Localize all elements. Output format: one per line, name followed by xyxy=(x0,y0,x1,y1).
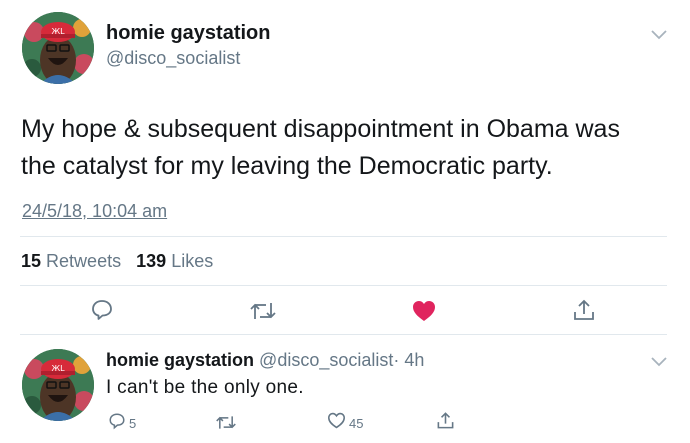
tweet-text-line-1: My hope & subsequent disappointment in O… xyxy=(21,115,620,143)
likes-stat[interactable]: 139 Likes xyxy=(131,251,213,271)
author-name[interactable]: homie gaystation xyxy=(106,22,270,45)
likes-count: 139 xyxy=(136,251,167,271)
reply-author-name[interactable]: homie gaystation xyxy=(106,350,254,370)
divider xyxy=(20,236,667,237)
retweets-stat[interactable]: 15 Retweets xyxy=(21,251,126,271)
author-handle[interactable]: @disco_socialist xyxy=(106,48,240,69)
reply-icon xyxy=(108,412,126,435)
reply-count: 5 xyxy=(129,416,137,431)
reply-text: I can't be the only one. xyxy=(106,377,304,398)
share-icon[interactable] xyxy=(436,411,455,435)
svg-text:ЖL: ЖL xyxy=(51,27,65,36)
svg-text:ЖL: ЖL xyxy=(51,364,65,373)
reply-like-button[interactable]: 45 xyxy=(327,412,363,434)
heart-icon[interactable] xyxy=(410,297,438,325)
retweets-count: 15 xyxy=(21,251,42,271)
heart-outline-icon xyxy=(327,412,346,434)
chevron-down-icon[interactable] xyxy=(650,28,668,46)
reply-icon[interactable] xyxy=(88,296,116,324)
retweet-icon[interactable] xyxy=(248,297,278,325)
likes-label: Likes xyxy=(171,251,214,271)
divider xyxy=(20,334,667,335)
reply-time[interactable]: · 4h xyxy=(393,350,424,370)
tweet-timestamp[interactable]: 24/5/18, 10:04 am xyxy=(22,201,167,222)
reply-header: homie gaystation @disco_socialist· 4h xyxy=(106,350,424,371)
reply-author-handle[interactable]: @disco_socialist xyxy=(259,350,393,370)
chevron-down-icon[interactable] xyxy=(650,355,668,373)
retweets-label: Retweets xyxy=(46,251,122,271)
reply-author-avatar[interactable]: ЖL xyxy=(22,349,94,421)
tweet-stats: 15 Retweets 139 Likes xyxy=(21,251,213,272)
author-avatar[interactable]: ЖL xyxy=(22,12,94,84)
tweet-text-line-2: the catalyst for my leaving the Democrat… xyxy=(21,152,553,180)
share-icon[interactable] xyxy=(570,296,598,324)
retweet-icon[interactable] xyxy=(215,414,237,436)
like-count: 45 xyxy=(349,415,364,431)
reply-reply-button[interactable]: 5 xyxy=(108,412,136,435)
divider xyxy=(20,285,667,286)
